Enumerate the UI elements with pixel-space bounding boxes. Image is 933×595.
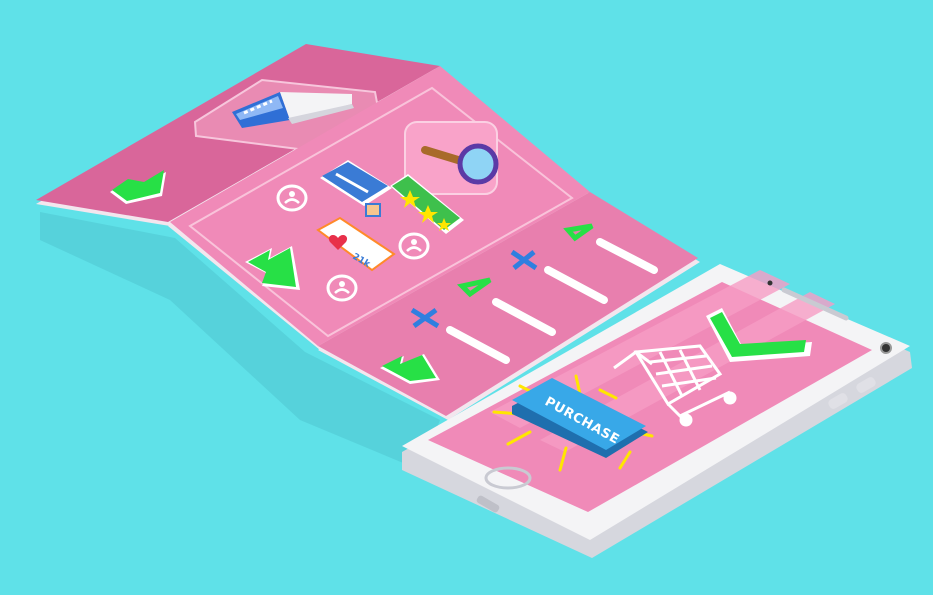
funnel-illustration: 21k PURCHASE — [0, 0, 933, 595]
